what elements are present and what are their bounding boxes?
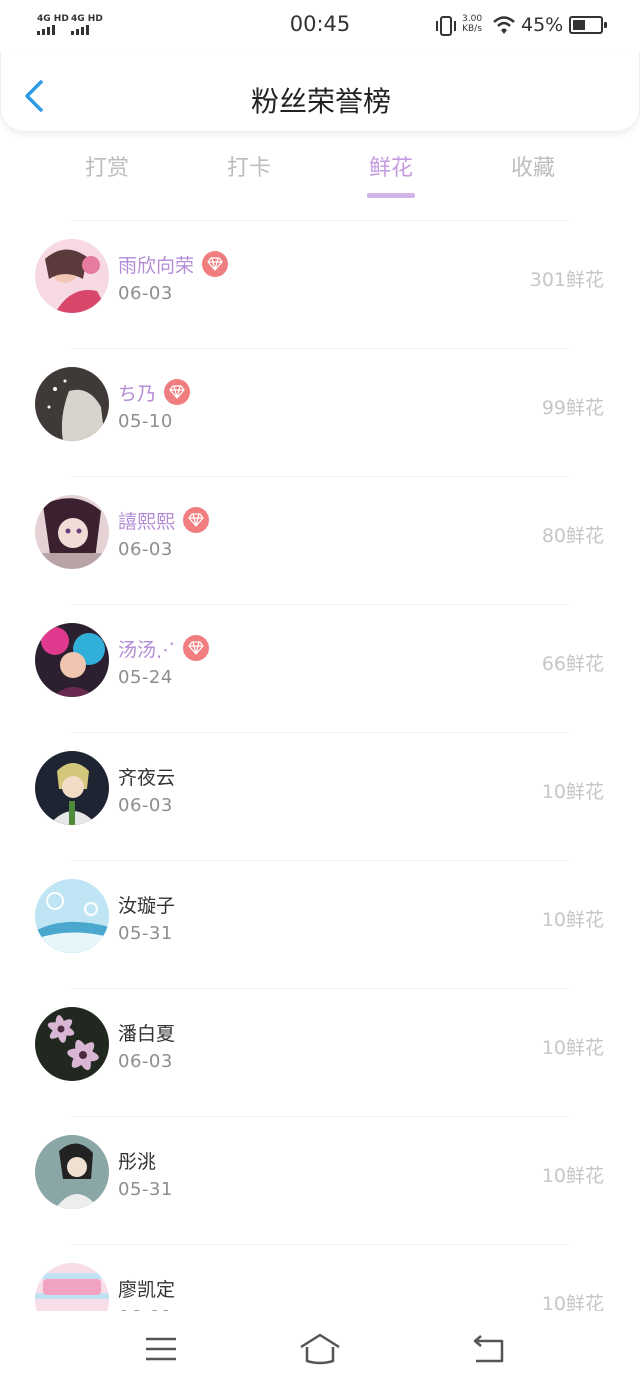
fan-row[interactable]: 汝璇子 05-31 10鲜花: [0, 861, 640, 989]
fan-name: 廖凯定: [118, 1278, 176, 1301]
fan-row[interactable]: 汤汤⋰ 05-24 66鲜花: [0, 605, 640, 733]
fan-name: 譆熙熙: [118, 510, 176, 533]
fan-row[interactable]: 譆熙熙 06-03 80鲜花: [0, 477, 640, 605]
status-bar: 4G HD 4G HD 00:45 3.00 KB/s 45%: [0, 0, 640, 52]
tab-0[interactable]: 打赏: [36, 150, 178, 200]
name-line: 汤汤⋰: [118, 633, 210, 663]
tab-3[interactable]: 收藏: [462, 150, 604, 200]
wifi-icon: [493, 16, 515, 34]
home-icon: [300, 1333, 340, 1365]
battery-icon: [569, 16, 607, 34]
name-line: 雨欣向荣: [118, 249, 229, 279]
network-speed: 3.00 KB/s: [462, 14, 482, 34]
flower-count: 80鲜花: [541, 525, 604, 547]
diamond-badge-icon: [202, 251, 229, 277]
tab-label: 打赏: [84, 156, 129, 181]
flower-count: 10鲜花: [541, 909, 604, 931]
fan-name: 汝璇子: [118, 894, 176, 917]
fan-row[interactable]: 齐夜云 06-03 10鲜花: [0, 733, 640, 861]
return-icon: [473, 1335, 504, 1363]
fan-row[interactable]: 廖凯定06-0110鲜花: [0, 1245, 640, 1311]
page-title: 粉丝荣誉榜: [250, 85, 391, 118]
flower-count: 10鲜花: [541, 1165, 604, 1187]
name-line: 潘白夏: [118, 1017, 175, 1047]
avatar[interactable]: [35, 879, 109, 953]
avatar[interactable]: [35, 751, 109, 825]
system-nav-bar: [0, 1311, 640, 1387]
fan-date: 06-03: [118, 1051, 173, 1072]
home-button[interactable]: [298, 1331, 342, 1367]
speed-value: 3.00: [462, 14, 483, 24]
fan-row[interactable]: 潘白夏 06-03 10鲜花: [0, 989, 640, 1117]
diamond-badge-icon: [164, 379, 191, 405]
fan-date: 05-24: [118, 667, 173, 688]
name-line: 汝璇子: [118, 889, 175, 919]
name-line: 齐夜云: [118, 761, 175, 791]
menu-button[interactable]: [139, 1331, 183, 1367]
flower-count: 10鲜花: [541, 781, 604, 803]
name-line: 彤洮: [118, 1145, 156, 1175]
fan-name: ち乃: [118, 382, 157, 405]
fan-list: 雨欣向荣 06-03 301鲜花ち乃 05-10 99鲜花譆熙熙 06-03 80鲜花汤汤⋰…: [0, 221, 640, 1311]
tab-label: 鲜花: [368, 156, 413, 181]
fan-name: 雨欣向荣: [118, 254, 195, 277]
fan-name: 潘白夏: [118, 1022, 176, 1045]
menu-icon: [146, 1337, 176, 1361]
fan-row[interactable]: ち乃 05-10 99鲜花: [0, 349, 640, 477]
avatar[interactable]: [35, 1263, 109, 1311]
flower-count: 99鲜花: [541, 397, 604, 419]
fan-row[interactable]: 雨欣向荣 06-03 301鲜花: [0, 221, 640, 349]
tab-1[interactable]: 打卡: [178, 150, 320, 200]
fan-date: 05-10: [118, 411, 173, 432]
tab-label: 收藏: [510, 156, 555, 181]
app-header: 粉丝荣誉榜: [0, 52, 640, 132]
fan-name: 齐夜云: [118, 766, 176, 789]
vibrate-icon: [436, 16, 456, 36]
diamond-badge-icon: [183, 507, 210, 533]
battery-percent: 45%: [521, 14, 564, 36]
avatar[interactable]: [35, 495, 109, 569]
avatar[interactable]: [35, 239, 109, 313]
fan-date: 06-03: [118, 539, 173, 560]
flower-count: 10鲜花: [541, 1037, 604, 1059]
avatar[interactable]: [35, 1007, 109, 1081]
tab-label: 打卡: [226, 156, 271, 181]
speed-unit: KB/s: [462, 24, 482, 34]
flower-count: 10鲜花: [541, 1293, 604, 1311]
avatar[interactable]: [35, 623, 109, 697]
name-line: 廖凯定: [118, 1273, 175, 1303]
flower-count: 301鲜花: [529, 269, 604, 291]
active-tab-underline: [367, 193, 415, 198]
fan-date: 05-31: [118, 1179, 173, 1200]
battery-fill: [573, 20, 585, 30]
tab-2[interactable]: 鲜花: [320, 150, 462, 200]
fan-name: 彤洮: [118, 1150, 157, 1173]
avatar[interactable]: [35, 1135, 109, 1209]
return-button[interactable]: [466, 1331, 510, 1367]
diamond-badge-icon: [183, 635, 210, 661]
name-line: ち乃: [118, 377, 191, 407]
fan-name: 汤汤⋰: [118, 638, 176, 661]
flower-count: 66鲜花: [541, 653, 604, 675]
fan-row[interactable]: 彤洮 05-31 10鲜花: [0, 1117, 640, 1245]
fan-date: 06-03: [118, 795, 173, 816]
name-line: 譆熙熙: [118, 505, 210, 535]
avatar[interactable]: [35, 367, 109, 441]
tab-bar: 打赏 打卡 鲜花 收藏: [36, 150, 604, 200]
fan-date: 06-03: [118, 283, 173, 304]
fan-date: 05-31: [118, 923, 173, 944]
